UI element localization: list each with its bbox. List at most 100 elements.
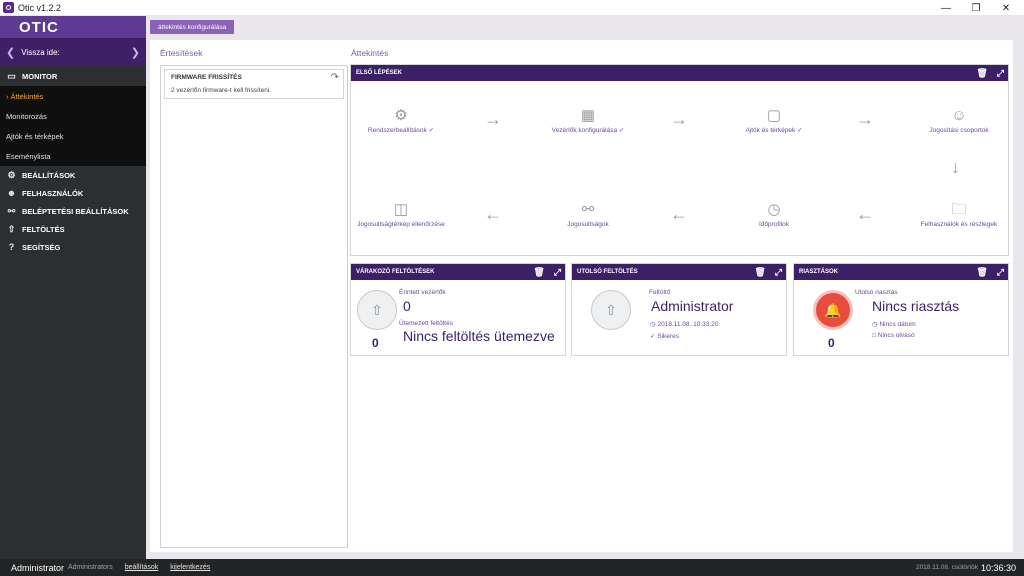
logout-link[interactable]: kijelentkezés (170, 564, 210, 571)
panel-title: VÁRAKOZÓ FELTÖLTÉSEK (356, 269, 435, 275)
scheduled-value: Nincs feltöltés ütemezve (403, 328, 555, 344)
last-alarm-label: Utolsó riasztás (855, 289, 898, 296)
help-icon: ? (8, 242, 15, 252)
close-button[interactable]: ✕ (990, 0, 1022, 16)
upload-check-icon: ⇧ (591, 290, 631, 330)
step-idoprofilok[interactable]: ◷ Időprofilok (729, 199, 819, 229)
maximize-button[interactable]: ❐ (960, 0, 992, 16)
window-titlebar: Otic v1.2.2 — ❐ ✕ (0, 0, 1024, 16)
nav-label: BELÉPTETÉSI BEÁLLÍTÁSOK (22, 206, 129, 216)
notifications-title: Értesítések (160, 48, 203, 58)
app-logo: OTIC (0, 16, 146, 38)
nav-feltoltes[interactable]: ⇧ FELTÖLTÉS (0, 220, 146, 238)
trash-icon[interactable]: 🗑 (976, 267, 987, 278)
gear-icon: ⚙ (7, 169, 16, 180)
back-bar[interactable]: ❮ Vissza ide: ❯ (0, 38, 146, 66)
configure-overview-button[interactable]: áttekintés konfigurálása (150, 20, 235, 34)
step-rendszerbeallitasok[interactable]: ⚙ Rendszerbeállítások ✓ (356, 105, 446, 135)
upload-icon: ⇧ (7, 223, 16, 234)
user-role: Administrators (68, 564, 113, 571)
trash-icon[interactable]: 🗑 (976, 68, 987, 79)
panel-header: ELSŐ LÉPÉSEK 🗑 ⤢ (351, 65, 1008, 81)
status-date: 2018.11.08. csütörtök (915, 564, 978, 571)
clock-icon: ◷ (650, 321, 656, 328)
chevron-right-icon: › (6, 91, 9, 101)
chevron-right-icon[interactable]: ❯ (131, 46, 140, 59)
chevron-left-icon[interactable]: ❮ (6, 46, 15, 59)
trash-icon[interactable]: 🗑 (754, 267, 765, 278)
sidebar-item-esemenylista[interactable]: Eseménylista (0, 146, 146, 166)
step-jogosultsagok[interactable]: ⚯ Jogosultságok (543, 199, 633, 229)
monitor-icon: ▭ (7, 70, 16, 81)
minimize-button[interactable]: — (930, 0, 962, 16)
step-ajtok-terkepek[interactable]: ▢ Ajtók és térképek ✓ (729, 105, 819, 135)
sidebar-item-label: Monitorozás (6, 111, 47, 121)
nav-label: BEÁLLÍTÁSOK (22, 170, 76, 180)
check-icon: ✓ (618, 127, 625, 134)
overview-title: Áttekintés (351, 48, 389, 58)
group-icon: ☺ (951, 107, 967, 124)
expand-icon[interactable]: ⤢ (997, 68, 1004, 79)
step-label: Felhasználók és részlegek (920, 221, 998, 228)
panel-header: VÁRAKOZÓ FELTÖLTÉSEK 🗑 ⤢ (351, 264, 565, 280)
upload-datetime: 2018.11.08. 10:33:20 (657, 321, 719, 328)
nav-beleptetesi-beallitasok[interactable]: ⚯ BELÉPTETÉSI BEÁLLÍTÁSOK (0, 202, 146, 220)
nav-beallitasok[interactable]: ⚙ BEÁLLÍTÁSOK (0, 166, 146, 184)
panel-title: ELSŐ LÉPÉSEK (356, 70, 403, 76)
step-label: Jogosultságtérkép ellenőrzése (357, 221, 445, 228)
window-title: Otic v1.2.2 (18, 2, 62, 13)
firmware-notification[interactable]: FIRMWARE FRISSÍTÉS 2 vezérlőn firmware-t… (164, 69, 344, 99)
nav-label: SEGÍTSÉG (22, 242, 61, 252)
step-label: Jogosítási csoportok (929, 127, 989, 134)
sidebar-item-monitorozas[interactable]: Monitorozás (0, 106, 146, 126)
arrow-right-icon: → (670, 109, 688, 129)
arrow-left-icon: ← (484, 204, 502, 224)
nav-monitor[interactable]: ▭ MONITOR (0, 66, 146, 86)
gear-icon: ⚙ (394, 107, 408, 124)
check-icon: ✓ (428, 127, 435, 134)
notification-text: 2 vezérlőn firmware-t kell frissíteni. (171, 87, 272, 94)
monitor-submenu: › Áttekintés Monitorozás Ajtók és térkép… (0, 86, 146, 166)
status-bar: Administrator Administrators beállítások… (0, 559, 1024, 576)
step-label: Jogosultságok (567, 221, 609, 228)
folder-icon: 🗀 (951, 201, 967, 218)
expand-icon[interactable]: ⤢ (775, 267, 782, 278)
settings-link[interactable]: beállítások (125, 564, 158, 571)
expand-icon[interactable]: ⤢ (997, 267, 1004, 278)
sidebar-item-label: Ajtók és térképek (6, 131, 64, 141)
sidebar-item-ajtok-terkepek[interactable]: Ajtók és térképek (0, 126, 146, 146)
last-upload-panel: UTOLSÓ FELTÖLTÉS 🗑 ⤢ ⇧ Feltöltő Administ… (571, 263, 787, 356)
sidebar-item-attekintes[interactable]: › Áttekintés (0, 86, 146, 106)
arrow-left-icon: ← (856, 204, 874, 224)
check-icon: ✓ (650, 333, 656, 340)
expand-icon[interactable]: ⤢ (554, 267, 561, 278)
door-icon: ▢ (766, 107, 782, 124)
nav-monitor-label: MONITOR (22, 71, 58, 81)
no-reader: Nincs olvasó (877, 332, 915, 339)
panel-title: RIASZTÁSOK (799, 269, 838, 275)
uploader-label: Feltöltő (649, 289, 671, 296)
nav-segitseg[interactable]: ? SEGÍTSÉG (0, 238, 146, 256)
forward-arrow-icon[interactable]: ↷ (331, 72, 339, 83)
nav-label: FELTÖLTÉS (22, 224, 65, 234)
status-time: 10:36:30 (980, 562, 1016, 573)
affected-label: Érintett vezérlők (399, 289, 446, 296)
key-icon: ⚯ (581, 201, 595, 218)
current-user: Administrator (11, 562, 65, 573)
users-icon: ☻ (6, 188, 17, 198)
sidebar-item-label: Áttekintés (10, 91, 44, 101)
upload-clock-icon: ⇧ (357, 290, 397, 330)
panel-title: UTOLSÓ FELTÖLTÉS (577, 269, 638, 275)
step-vezerlok-konfiguralasa[interactable]: ▦ Vezérlők konfigurálása ✓ (543, 105, 633, 135)
step-label: Időprofilok (759, 221, 789, 228)
step-jogosultsagterkep-ellenorzese[interactable]: ◫ Jogosultságtérkép ellenőrzése (356, 199, 446, 229)
nav-felhasznalok[interactable]: ☻ FELHASZNÁLÓK (0, 184, 146, 202)
trash-icon[interactable]: 🗑 (533, 267, 544, 278)
arrow-down-icon: ↓ (951, 157, 960, 177)
step-label: Vezérlők konfigurálása (551, 127, 618, 134)
alarms-panel: RIASZTÁSOK 🗑 ⤢ 🔔 0 Utolsó riasztás Nincs… (793, 263, 1009, 356)
step-jogositasi-csoportok[interactable]: ☺ Jogosítási csoportok (914, 105, 1004, 135)
step-felhasznalok-reszlegek[interactable]: 🗀 Felhasználók és részlegek (914, 199, 1004, 229)
panel-header: RIASZTÁSOK 🗑 ⤢ (794, 264, 1008, 280)
nav-label: FELHASZNÁLÓK (22, 188, 84, 198)
